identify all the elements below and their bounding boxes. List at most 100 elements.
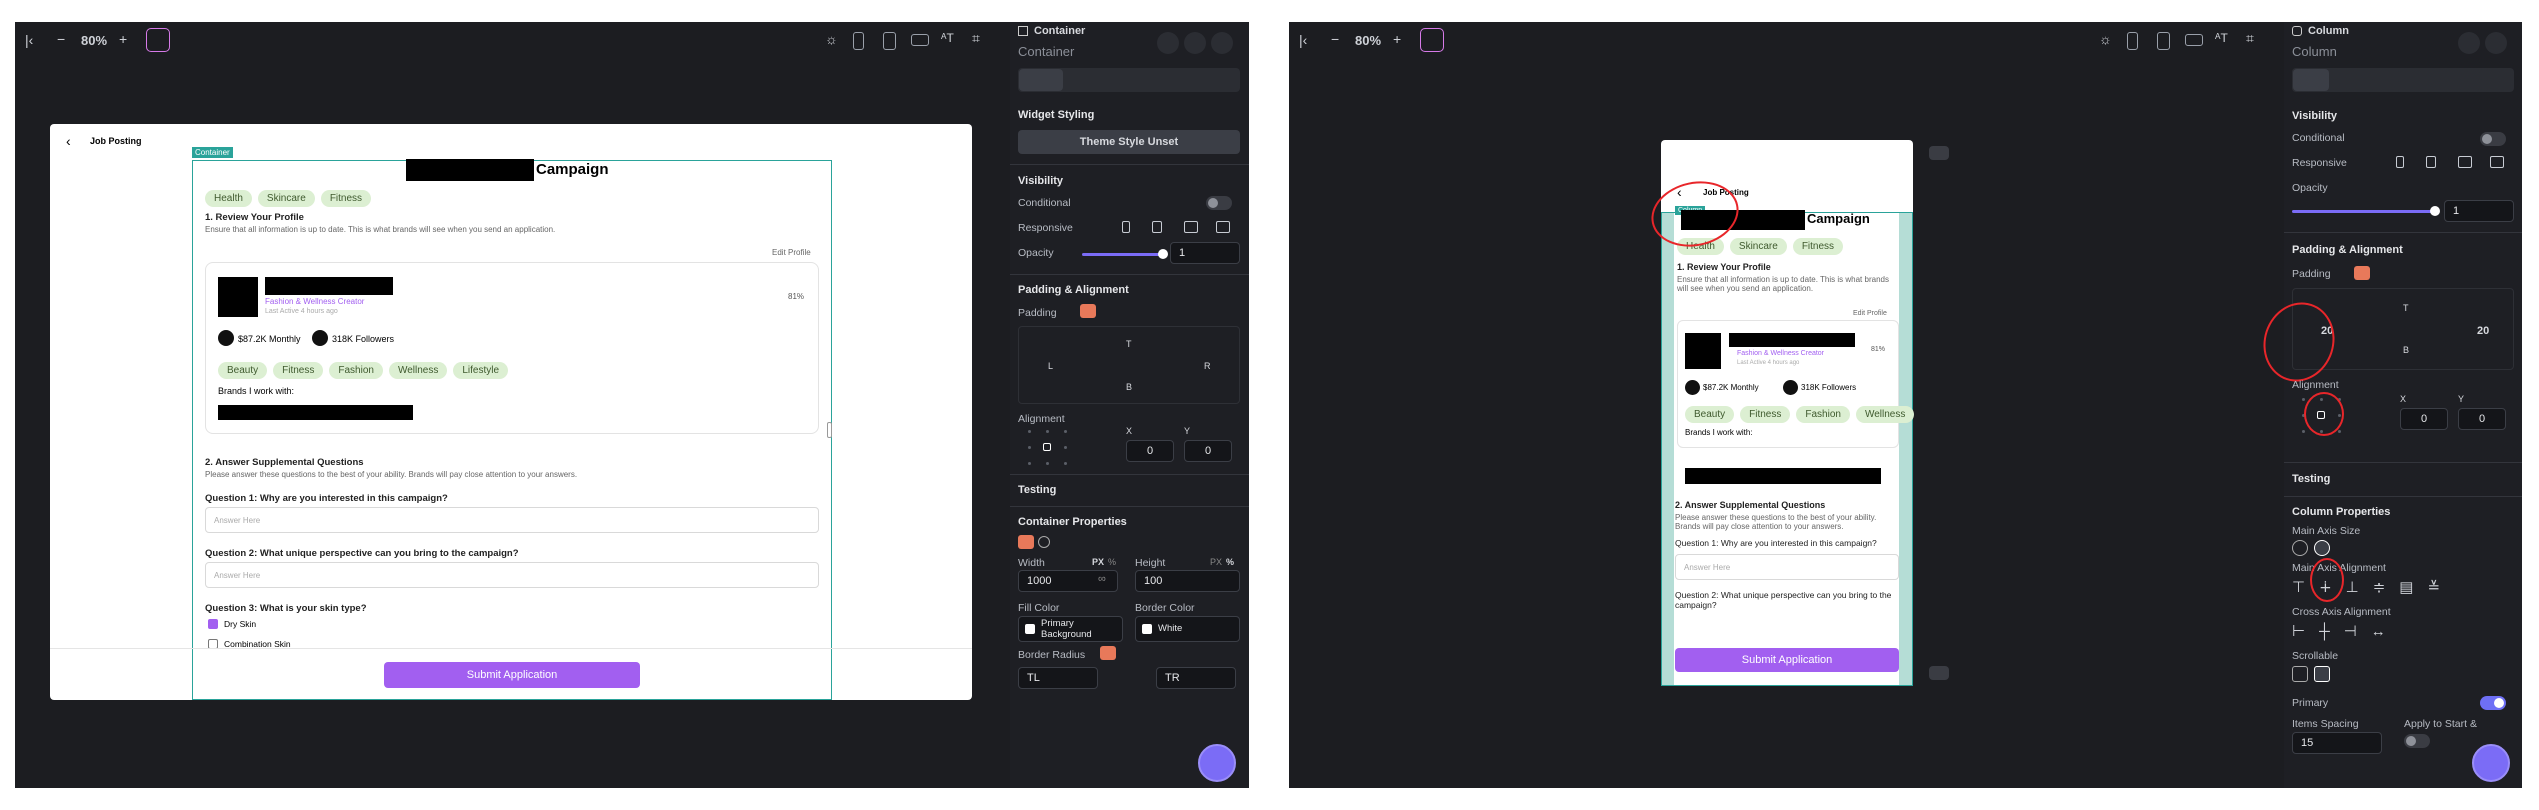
border-color-input[interactable]: White — [1135, 616, 1240, 642]
opacity-thumb[interactable] — [1158, 249, 1168, 259]
phone-visibility-icon[interactable] — [2396, 156, 2404, 168]
search-fab-icon[interactable] — [1198, 744, 1236, 782]
magic-select-icon[interactable] — [1420, 28, 1444, 52]
phone-icon[interactable] — [853, 32, 864, 50]
zoom-level[interactable]: 80% — [81, 33, 107, 48]
pad-r[interactable]: 20 — [2477, 325, 2489, 337]
zoom-in-button[interactable]: + — [119, 31, 127, 47]
shrink-icon[interactable] — [2292, 540, 2308, 556]
collapse-icon[interactable]: |‹ — [1299, 32, 1307, 48]
tablet-landscape-icon[interactable] — [1184, 221, 1198, 233]
tablet-icon[interactable] — [2157, 32, 2170, 50]
apply-start-toggle[interactable] — [2404, 734, 2430, 748]
edit-profile-link[interactable]: Edit Profile — [1853, 310, 1887, 317]
opacity-thumb[interactable] — [2430, 206, 2440, 216]
fill-color-input[interactable]: Primary Background — [1018, 616, 1123, 642]
radius-mode-button[interactable] — [1100, 646, 1116, 660]
keyboard-icon[interactable] — [2185, 34, 2203, 46]
diamond-icon[interactable] — [2458, 32, 2480, 54]
primary-toggle[interactable] — [2480, 696, 2506, 710]
testing-label[interactable]: Testing — [2292, 473, 2330, 485]
height-pct[interactable]: % — [1226, 557, 1234, 567]
submit-button[interactable]: Submit Application — [384, 662, 640, 688]
pad-l[interactable]: L — [1048, 361, 1053, 371]
expand-icon[interactable] — [2314, 540, 2330, 556]
desktop-visibility-icon[interactable] — [1216, 221, 1230, 233]
height-input[interactable]: 100 — [1135, 570, 1240, 592]
radius-tr-input[interactable]: TR — [1156, 667, 1236, 689]
resize-handle[interactable] — [827, 422, 832, 438]
circle-mode-button[interactable] — [1038, 536, 1050, 548]
keyboard-icon[interactable] — [911, 34, 929, 46]
height-px[interactable]: PX — [1210, 557, 1222, 567]
tree-icon[interactable]: ⌗ — [2246, 30, 2254, 47]
back-arrow-icon[interactable]: ‹ — [66, 133, 71, 149]
tablet-landscape-icon[interactable] — [2458, 156, 2472, 168]
pad-b[interactable]: B — [1126, 382, 1132, 392]
question2-input[interactable]: Answer Here — [205, 562, 819, 588]
dry-skin-checkbox[interactable] — [208, 619, 218, 629]
container-properties-label[interactable]: Container Properties — [1018, 516, 1127, 528]
text-size-icon[interactable]: ᴬT — [941, 31, 954, 45]
opacity-slider[interactable] — [1082, 253, 1162, 256]
panel-subtitle[interactable]: Container — [1018, 44, 1074, 59]
theme-style-button[interactable]: Theme Style Unset — [1018, 130, 1240, 154]
tab-style[interactable] — [2293, 69, 2329, 91]
box-mode-button[interactable] — [1018, 535, 1034, 549]
radius-tl-input[interactable]: TL — [1018, 667, 1098, 689]
padding-alignment-label[interactable]: Padding & Alignment — [1018, 284, 1129, 296]
wand-icon[interactable] — [1211, 32, 1233, 54]
panel-subtitle[interactable]: Column — [2292, 44, 2337, 59]
y-input[interactable]: 0 — [2458, 408, 2506, 430]
conditional-toggle[interactable] — [2480, 132, 2506, 146]
tab-style[interactable] — [1019, 69, 1063, 91]
column-properties-label[interactable]: Column Properties — [2292, 506, 2390, 518]
zoom-level[interactable]: 80% — [1355, 33, 1381, 48]
x-input[interactable]: 0 — [1126, 440, 1174, 462]
cross-axis-options-icon[interactable]: ⊢┼⊣↔ — [2292, 622, 2400, 640]
search-fab-icon[interactable] — [2472, 744, 2510, 782]
sun-icon[interactable]: ☼ — [2099, 31, 2112, 47]
infinity-icon[interactable]: ∞ — [1098, 573, 1106, 585]
phone-icon[interactable] — [2127, 32, 2138, 50]
device-icon[interactable] — [1929, 666, 1949, 680]
padding-mode-button[interactable] — [1080, 304, 1096, 318]
testing-label[interactable]: Testing — [1018, 484, 1056, 496]
pad-b[interactable]: B — [2403, 345, 2409, 355]
width-px[interactable]: PX — [1092, 557, 1104, 567]
magic-select-icon[interactable] — [146, 28, 170, 52]
alignment-center-selected[interactable] — [1043, 443, 1051, 451]
sun-icon[interactable]: ☼ — [825, 31, 838, 47]
zoom-out-button[interactable]: − — [1331, 31, 1339, 47]
visibility-label[interactable]: Visibility — [2292, 110, 2337, 122]
zoom-out-button[interactable]: − — [57, 31, 65, 47]
diamond-icon[interactable] — [1157, 32, 1179, 54]
edit-profile-link[interactable]: Edit Profile — [772, 248, 811, 257]
desktop-visibility-icon[interactable] — [2490, 156, 2504, 168]
items-spacing-input[interactable]: 15 — [2292, 732, 2382, 754]
opacity-slider[interactable] — [2292, 210, 2434, 213]
opacity-input[interactable]: 1 — [1170, 242, 1240, 264]
tablet-icon[interactable] — [883, 32, 896, 50]
link-icon[interactable] — [1929, 146, 1949, 160]
conditional-toggle[interactable] — [1206, 196, 1232, 210]
wand-icon[interactable] — [2485, 32, 2507, 54]
collapse-icon[interactable]: |‹ — [25, 32, 33, 48]
pad-t[interactable]: T — [2403, 303, 2409, 313]
phone-visibility-icon[interactable] — [1122, 221, 1130, 233]
tablet-visibility-icon[interactable] — [1152, 221, 1162, 233]
y-input[interactable]: 0 — [1184, 440, 1232, 462]
x-input[interactable]: 0 — [2400, 408, 2448, 430]
question1-input[interactable]: Answer Here — [1675, 554, 1899, 580]
zoom-in-button[interactable]: + — [1393, 31, 1401, 47]
tablet-visibility-icon[interactable] — [2426, 156, 2436, 168]
opacity-input[interactable]: 1 — [2444, 200, 2514, 222]
question1-input[interactable]: Answer Here — [205, 507, 819, 533]
tree-icon[interactable]: ⌗ — [972, 30, 980, 47]
padding-alignment-label[interactable]: Padding & Alignment — [2292, 244, 2403, 256]
submit-button[interactable]: Submit Application — [1675, 648, 1899, 672]
scrollable-icon[interactable] — [2314, 666, 2330, 682]
pad-t[interactable]: T — [1126, 339, 1132, 349]
padding-mode-button[interactable] — [2354, 266, 2370, 280]
text-size-icon[interactable]: ᴬT — [2215, 31, 2228, 45]
